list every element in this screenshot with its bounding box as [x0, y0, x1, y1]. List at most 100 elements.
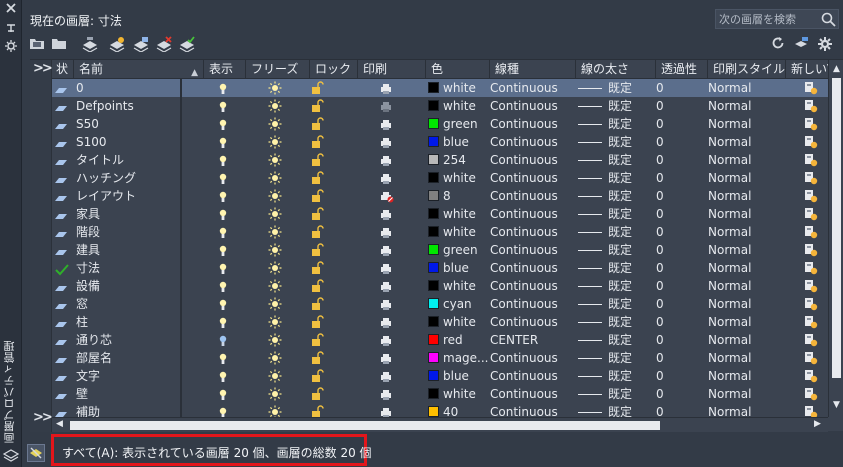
layer-linetype[interactable]: Continuous	[490, 169, 576, 187]
layer-row[interactable]: 建具 green Continuous 既定 0 Normal	[52, 241, 828, 259]
layer-lineweight[interactable]: 既定	[578, 277, 654, 295]
layer-name[interactable]: タイトル	[74, 151, 204, 169]
new-property-filter-button[interactable]	[29, 36, 47, 52]
layer-linetype[interactable]: Continuous	[490, 151, 576, 169]
layer-on-toggle[interactable]	[204, 187, 244, 205]
layer-name[interactable]: 壁	[74, 385, 204, 403]
layer-transparency[interactable]: 0	[656, 313, 708, 331]
layer-lineweight[interactable]: 既定	[578, 313, 654, 331]
layer-transparency[interactable]: 0	[656, 403, 708, 417]
layer-row[interactable]: 柱 white Continuous 既定 0 Normal	[52, 313, 828, 331]
layer-transparency[interactable]: 0	[656, 331, 708, 349]
layer-newvp-freeze[interactable]	[786, 97, 828, 115]
layer-linetype[interactable]: Continuous	[490, 277, 576, 295]
layer-lineweight[interactable]: 既定	[578, 97, 654, 115]
layer-color[interactable]: blue	[426, 367, 490, 385]
layer-freeze-toggle[interactable]	[246, 349, 310, 367]
col-header-linetype[interactable]: 線種	[490, 60, 576, 79]
layer-newvp-freeze[interactable]	[786, 403, 828, 417]
layer-status[interactable]	[54, 241, 74, 259]
layer-status[interactable]	[54, 205, 74, 223]
layer-plot-toggle[interactable]	[358, 295, 424, 313]
layer-lineweight[interactable]: 既定	[578, 133, 654, 151]
layer-row[interactable]: 階段 white Continuous 既定 0 Normal	[52, 223, 828, 241]
layer-freeze-toggle[interactable]	[246, 259, 310, 277]
layer-on-toggle[interactable]	[204, 367, 244, 385]
layer-color[interactable]: white	[426, 385, 490, 403]
layer-lineweight[interactable]: 既定	[578, 169, 654, 187]
layer-status[interactable]	[54, 349, 74, 367]
layer-color[interactable]: white	[426, 97, 490, 115]
layer-color[interactable]: blue	[426, 133, 490, 151]
layer-lock-toggle[interactable]	[310, 241, 358, 259]
layer-name[interactable]: 設備	[74, 277, 204, 295]
layer-plotstyle[interactable]: Normal	[708, 187, 786, 205]
layer-name[interactable]: レイアウト	[74, 187, 204, 205]
layer-lock-toggle[interactable]	[310, 277, 358, 295]
layer-row[interactable]: 設備 white Continuous 既定 0 Normal	[52, 277, 828, 295]
layer-transparency[interactable]: 0	[656, 115, 708, 133]
layer-lineweight[interactable]: 既定	[578, 331, 654, 349]
layer-row[interactable]: 文字 blue Continuous 既定 0 Normal	[52, 367, 828, 385]
layer-newvp-freeze[interactable]	[786, 313, 828, 331]
layer-linetype[interactable]: Continuous	[490, 313, 576, 331]
layer-row[interactable]: 部屋名 mage... Continuous 既定 0 Normal	[52, 349, 828, 367]
layer-color[interactable]: white	[426, 277, 490, 295]
new-group-filter-button[interactable]	[51, 36, 69, 52]
layer-newvp-freeze[interactable]	[786, 187, 828, 205]
layer-name[interactable]: 0	[74, 79, 204, 97]
layer-plotstyle[interactable]: Normal	[708, 349, 786, 367]
layer-lock-toggle[interactable]	[310, 169, 358, 187]
layer-status[interactable]	[54, 97, 74, 115]
layer-plot-toggle[interactable]	[358, 313, 424, 331]
scroll-left-icon[interactable]: ◀	[56, 419, 63, 429]
layer-newvp-freeze[interactable]	[786, 259, 828, 277]
layer-linetype[interactable]: Continuous	[490, 223, 576, 241]
horizontal-scrollbar[interactable]: ◀ ▶	[52, 417, 828, 432]
layer-lineweight[interactable]: 既定	[578, 115, 654, 133]
scroll-up-icon[interactable]: ▲	[831, 64, 842, 74]
layer-freeze-toggle[interactable]	[246, 277, 310, 295]
layer-plot-toggle[interactable]	[358, 97, 424, 115]
layer-name[interactable]: 寸法	[74, 259, 204, 277]
layer-newvp-freeze[interactable]	[786, 169, 828, 187]
layer-freeze-toggle[interactable]	[246, 223, 310, 241]
layer-name[interactable]: S50	[74, 115, 204, 133]
layer-row[interactable]: 通り芯 red CENTER 既定 0 Normal	[52, 331, 828, 349]
layer-transparency[interactable]: 0	[656, 295, 708, 313]
layer-row[interactable]: ハッチング white Continuous 既定 0 Normal	[52, 169, 828, 187]
layer-lineweight[interactable]: 既定	[578, 367, 654, 385]
layer-transparency[interactable]: 0	[656, 277, 708, 295]
layer-color[interactable]: white	[426, 79, 490, 97]
layer-freeze-toggle[interactable]	[246, 79, 310, 97]
layer-on-toggle[interactable]	[204, 277, 244, 295]
layer-name[interactable]: 窓	[74, 295, 204, 313]
layer-plotstyle[interactable]: Normal	[708, 313, 786, 331]
layer-color[interactable]: white	[426, 313, 490, 331]
layer-on-toggle[interactable]	[204, 241, 244, 259]
layer-plot-toggle[interactable]	[358, 79, 424, 97]
layer-status[interactable]	[54, 403, 74, 417]
layer-color[interactable]: cyan	[426, 295, 490, 313]
layer-status[interactable]	[54, 115, 74, 133]
refresh-icon[interactable]	[771, 36, 789, 52]
vertical-scroll-thumb[interactable]	[832, 78, 841, 378]
layer-freeze-toggle[interactable]	[246, 187, 310, 205]
layer-name[interactable]: 補助	[74, 403, 204, 417]
expand-filter-tree-icon[interactable]: >>	[33, 61, 53, 76]
layer-lineweight[interactable]: 既定	[578, 223, 654, 241]
layer-color[interactable]: mage...	[426, 349, 490, 367]
layer-freeze-toggle[interactable]	[246, 169, 310, 187]
layer-lock-toggle[interactable]	[310, 151, 358, 169]
layer-plot-toggle[interactable]	[358, 241, 424, 259]
layer-newvp-freeze[interactable]	[786, 277, 828, 295]
layer-lock-toggle[interactable]	[310, 187, 358, 205]
layer-freeze-toggle[interactable]	[246, 133, 310, 151]
name-column-divider[interactable]	[180, 79, 182, 417]
layer-freeze-toggle[interactable]	[246, 241, 310, 259]
layer-name[interactable]: 文字	[74, 367, 204, 385]
layer-transparency[interactable]: 0	[656, 133, 708, 151]
layer-on-toggle[interactable]	[204, 331, 244, 349]
layer-freeze-toggle[interactable]	[246, 97, 310, 115]
layer-plotstyle[interactable]: Normal	[708, 169, 786, 187]
